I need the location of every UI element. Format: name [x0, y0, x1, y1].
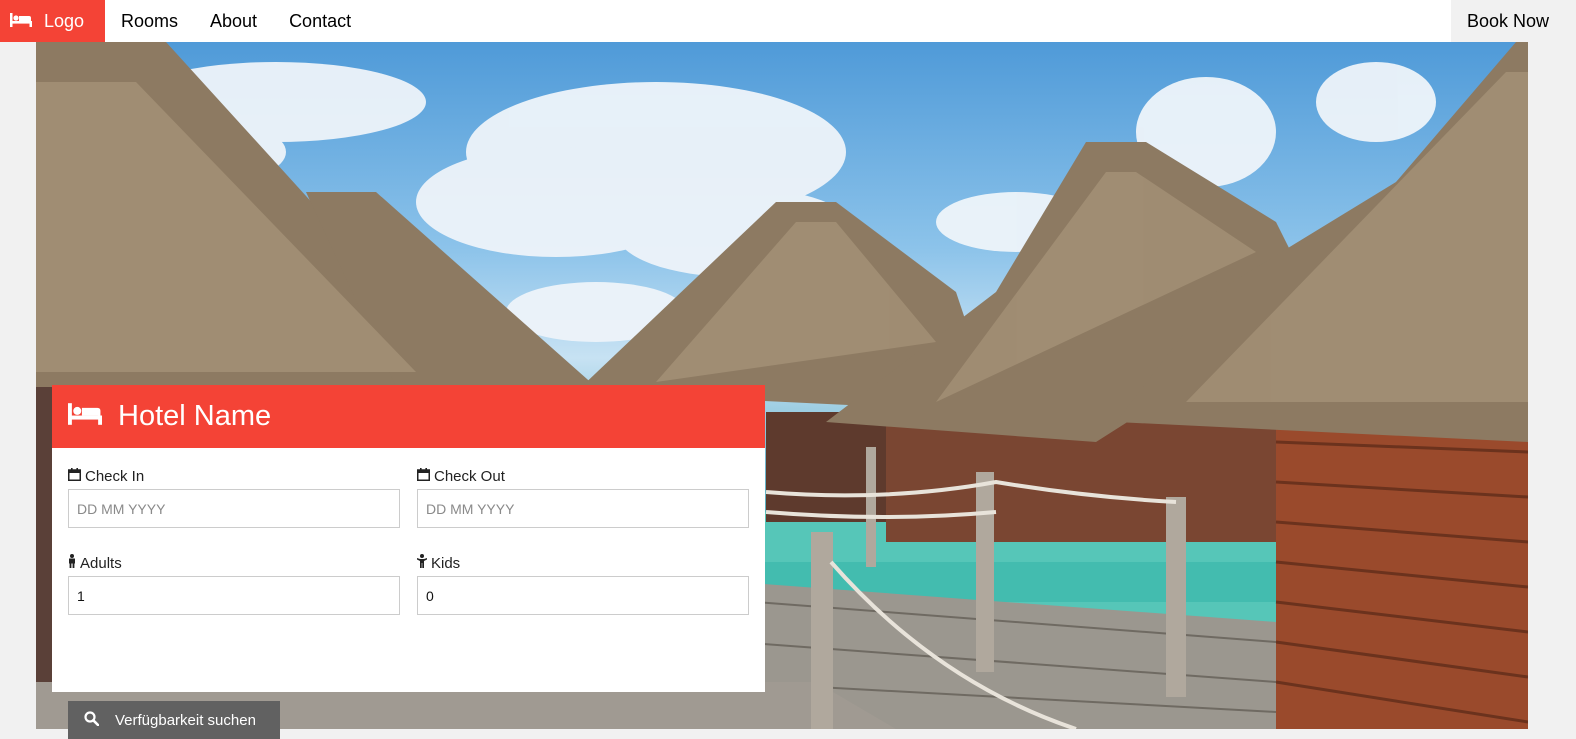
child-icon — [417, 554, 427, 572]
kids-group: Kids — [417, 553, 749, 615]
book-now-button[interactable]: Book Now — [1451, 0, 1576, 42]
male-icon — [68, 554, 76, 572]
check-out-label: Check Out — [434, 467, 505, 485]
nav-link-rooms[interactable]: Rooms — [105, 0, 194, 42]
check-out-label-row: Check Out — [417, 466, 749, 486]
booking-card: Hotel Name Check In DD MM YYYY Check Out… — [52, 385, 765, 739]
bed-icon — [68, 403, 102, 430]
hotel-name-title: Hotel Name — [118, 400, 272, 432]
calendar-icon — [68, 467, 81, 485]
top-navbar: Logo Rooms About Contact Book Now — [0, 0, 1576, 42]
adults-label-row: Adults — [68, 553, 400, 573]
check-in-input[interactable] — [68, 489, 400, 528]
check-out-group: Check Out — [417, 466, 749, 528]
check-in-group: Check In — [68, 466, 400, 528]
logo-link[interactable]: Logo — [0, 0, 105, 42]
search-availability-button[interactable]: Verfügbarkeit suchen — [68, 701, 280, 739]
check-in-label-row: Check In — [68, 466, 400, 486]
kids-input[interactable] — [417, 576, 749, 615]
nav-link-contact[interactable]: Contact — [273, 0, 367, 42]
card-header: Hotel Name — [52, 385, 765, 448]
adults-label: Adults — [80, 554, 122, 572]
adults-input[interactable] — [68, 576, 400, 615]
kids-label: Kids — [431, 554, 461, 572]
bed-icon — [10, 11, 32, 32]
check-out-input[interactable] — [417, 489, 749, 528]
kids-label-row: Kids — [417, 553, 749, 573]
logo-label: Logo — [44, 10, 85, 31]
check-in-label: Check In — [85, 467, 145, 485]
adults-group: Adults — [68, 553, 400, 615]
search-icon — [84, 710, 100, 730]
nav-link-about[interactable]: About — [194, 0, 273, 42]
search-button-label: Verfügbarkeit suchen — [115, 711, 256, 729]
calendar-icon — [417, 467, 430, 485]
